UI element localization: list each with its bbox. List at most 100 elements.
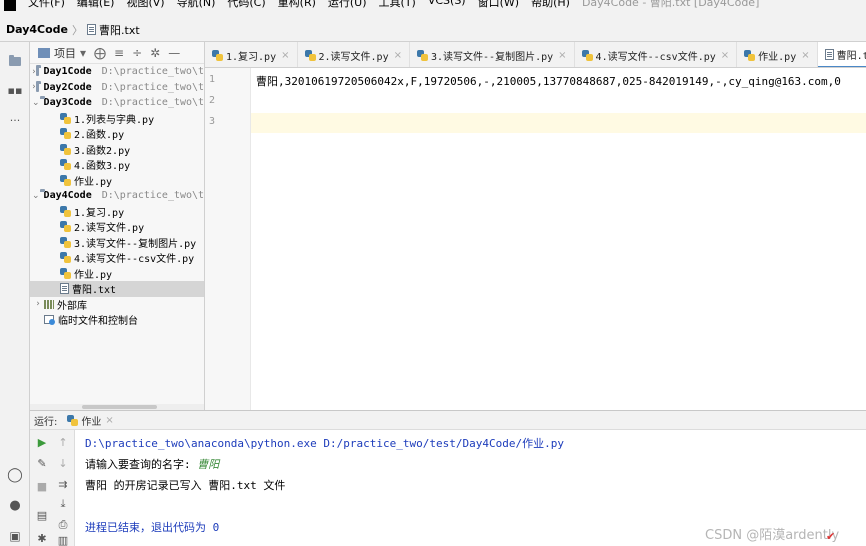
editor-tab-label: 曹阳.txt	[836, 50, 866, 62]
terminal-icon[interactable]: ▣	[7, 529, 23, 543]
close-icon[interactable]: ×	[558, 50, 566, 61]
tree-item-label: Day1Code	[43, 66, 92, 78]
python-file-icon	[744, 49, 756, 61]
line-number: 1	[209, 74, 216, 85]
tree-item[interactable]: ⌄ Day3Code D:\practice_two\t	[30, 95, 204, 111]
editor-tab[interactable]: 2.读写文件.py ×	[298, 42, 410, 67]
tree-item[interactable]: 3.读写文件--复制图片.py	[30, 235, 204, 251]
run-tab-label: 作业	[81, 416, 102, 428]
tree-item[interactable]: 曹阳.txt	[30, 281, 204, 297]
chevron-right-icon[interactable]: ›	[32, 299, 44, 309]
tree-item[interactable]: 1.列表与字典.py	[30, 111, 204, 127]
text-editor[interactable]: 曹阳,32010619720506042x,F,19720506,-,21000…	[251, 68, 866, 410]
tree-item[interactable]: ⌄ Day4Code D:\practice_two\t	[30, 188, 204, 204]
menu-edit[interactable]: 编辑(E)	[77, 0, 115, 11]
line-number: 3	[209, 116, 216, 127]
layout-icon[interactable]: ▤	[35, 509, 49, 523]
menu-navigate[interactable]: 导航(N)	[177, 0, 216, 11]
tree-item-label: 外部库	[57, 300, 87, 312]
stop-icon[interactable]: ■	[35, 480, 49, 494]
tree-item[interactable]: 1.复习.py	[30, 204, 204, 220]
project-scrollbar-thumb[interactable]	[82, 405, 157, 409]
menubar: 文件(F) 编辑(E) 视图(V) 导航(N) 代码(C) 重构(R) 运行(U…	[0, 0, 866, 18]
chevron-down-icon[interactable]: ⌄	[32, 98, 40, 108]
close-icon[interactable]: ×	[105, 415, 113, 426]
scroll-up-icon[interactable]: ↑	[56, 436, 70, 450]
soft-wrap-icon[interactable]: ⇉	[56, 478, 70, 492]
close-icon[interactable]: ×	[281, 50, 289, 61]
breadcrumb-file[interactable]: 曹阳.txt	[99, 22, 140, 38]
scratch-files-icon	[44, 314, 55, 325]
close-icon[interactable]: ×	[721, 50, 729, 61]
tree-item[interactable]: › Day1Code D:\practice_two\t	[30, 64, 204, 80]
menu-help[interactable]: 帮助(H)	[531, 0, 570, 11]
menu-vcs[interactable]: VCS(S)	[428, 0, 466, 11]
app-logo-icon	[4, 0, 16, 11]
menu-file[interactable]: 文件(F)	[28, 0, 65, 11]
project-tree: › Day1Code D:\practice_two\t › Day2Code D:\pr…	[30, 64, 204, 328]
more-tools-icon[interactable]: ···	[7, 114, 23, 128]
python-file-icon	[212, 49, 223, 61]
menu-tools[interactable]: 工具(T)	[379, 0, 416, 11]
editor-tab[interactable]: 1.复习.py ×	[205, 42, 298, 67]
tree-item-label: 3.函数2.py	[74, 145, 131, 157]
menu-window[interactable]: 窗口(W)	[478, 0, 519, 11]
scroll-to-end-icon[interactable]: ⤓	[56, 497, 70, 511]
python-file-icon	[417, 49, 428, 61]
breadcrumb-project[interactable]: Day4Code	[6, 23, 68, 36]
python-console-icon[interactable]: ◯	[7, 467, 23, 483]
python-file-icon	[60, 236, 71, 248]
tree-item[interactable]: 2.函数.py	[30, 126, 204, 142]
chevron-down-icon[interactable]: ⌄	[32, 191, 40, 201]
tree-item[interactable]: 作业.py	[30, 266, 204, 282]
python-file-icon	[60, 221, 71, 233]
collapse-all-icon[interactable]: ÷	[132, 46, 142, 60]
locate-file-icon[interactable]: ⨁	[94, 46, 106, 60]
folder-icon	[35, 65, 41, 77]
editor-tab[interactable]: 曹阳.txt×	[817, 42, 866, 67]
tree-item[interactable]: 4.函数3.py	[30, 157, 204, 173]
hide-panel-icon[interactable]: —	[168, 46, 180, 60]
close-icon[interactable]: ×	[801, 50, 809, 61]
python-file-icon	[304, 49, 316, 61]
close-icon[interactable]: ×	[394, 50, 402, 61]
editor-tab[interactable]: 4.读写文件--csv文件.py ×	[575, 42, 738, 67]
project-view-selector[interactable]: 项目 ▾	[38, 45, 86, 61]
problems-icon[interactable]: ●	[7, 498, 23, 513]
editor-tab[interactable]: 3.读写文件--复制图片.py ×	[410, 42, 575, 67]
menu-run[interactable]: 运行(U)	[328, 0, 367, 11]
python-file-icon	[60, 252, 71, 264]
project-tool-folder-icon[interactable]	[7, 54, 23, 68]
tree-item-path: D:\practice_two\t	[101, 190, 205, 202]
scroll-down-icon[interactable]: ↓	[56, 457, 70, 471]
menu-code[interactable]: 代码(C)	[227, 0, 265, 11]
editor-tab[interactable]: 作业.py ×	[737, 42, 818, 67]
tree-item-label: Day3Code	[43, 97, 92, 109]
clear-icon[interactable]: ▥	[56, 534, 70, 546]
console-prompt-line: 请输入要查询的名字: 曹阳	[85, 456, 219, 472]
pin-icon[interactable]: ✱	[35, 532, 49, 546]
structure-tool-icon[interactable]: ▪▪	[7, 84, 23, 98]
tree-item[interactable]: 2.读写文件.py	[30, 219, 204, 235]
project-view-icon	[38, 47, 50, 58]
python-file-icon	[67, 414, 79, 426]
console-exit: 进程已结束，退出代码为 0	[85, 521, 220, 534]
run-tab[interactable]: 作业 ×	[67, 413, 114, 428]
tree-item[interactable]: › Day2Code D:\practice_two\t	[30, 80, 204, 96]
menu-view[interactable]: 视图(V)	[126, 0, 164, 11]
tree-item[interactable]: 临时文件和控制台	[30, 312, 204, 328]
project-panel: 项目 ▾ ⨁ ≡ ÷ ✲ — › Day1Code D:\practice_two\…	[30, 42, 205, 410]
gear-icon[interactable]: ✲	[150, 46, 160, 60]
tree-item[interactable]: › 外部库	[30, 297, 204, 313]
tree-item[interactable]: 4.读写文件--csv文件.py	[30, 250, 204, 266]
print-icon[interactable]: ⎙	[56, 518, 70, 532]
tree-item[interactable]: 作业.py	[30, 173, 204, 189]
tree-item-label: 曹阳.txt	[72, 285, 117, 297]
tree-item[interactable]: 3.函数2.py	[30, 142, 204, 158]
editor-line[interactable]: 曹阳,32010619720506042x,F,19720506,-,21000…	[256, 73, 841, 89]
python-file-icon	[60, 174, 71, 186]
expand-all-icon[interactable]: ≡	[114, 46, 124, 60]
wrench-icon[interactable]: ✎	[35, 457, 49, 471]
rerun-icon[interactable]: ▶	[35, 436, 49, 450]
menu-refactor[interactable]: 重构(R)	[278, 0, 316, 11]
